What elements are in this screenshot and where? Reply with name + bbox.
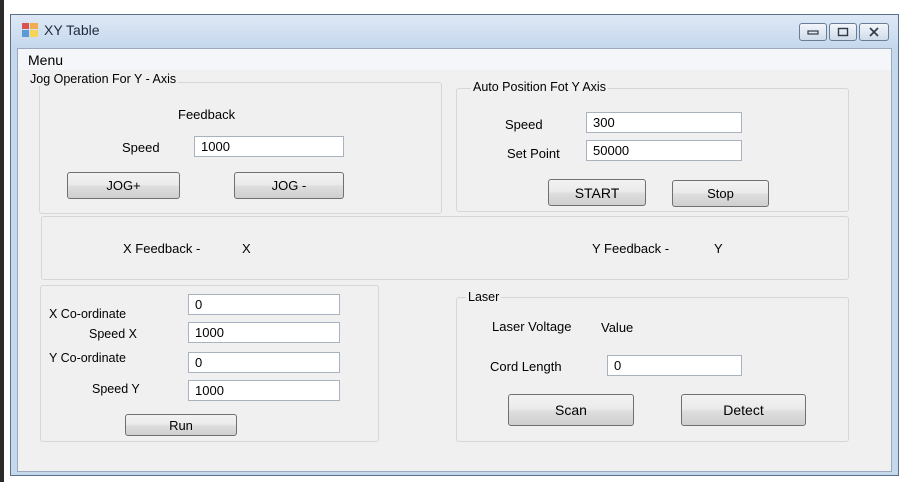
cord-length-input[interactable] — [607, 355, 742, 376]
speed-y-label: Speed Y — [92, 382, 140, 396]
y-coordinate-label: Y Co-ordinate — [49, 351, 126, 365]
maximize-button[interactable] — [829, 23, 857, 41]
auto-speed-input[interactable] — [586, 112, 742, 133]
x-feedback-label: X Feedback - — [123, 241, 201, 256]
laser-group-title: Laser — [466, 290, 502, 304]
close-icon — [869, 27, 879, 37]
setpoint-input[interactable] — [586, 140, 742, 161]
auto-position-group-title: Auto Position Fot Y Axis — [471, 80, 608, 94]
close-button[interactable] — [859, 23, 889, 41]
minimize-icon — [807, 30, 819, 35]
window-title: XY Table — [44, 22, 100, 38]
cord-length-label: Cord Length — [490, 359, 562, 374]
feedback-label: Feedback — [178, 107, 236, 122]
speed-x-label: Speed X — [89, 327, 137, 341]
x-coordinate-label: X Co-ordinate — [49, 307, 127, 321]
app-icon — [22, 23, 38, 37]
laser-voltage-value: Value — [601, 320, 634, 335]
y-feedback-value: Y — [714, 241, 723, 256]
menu-item-menu[interactable]: Menu — [28, 52, 63, 68]
menu-bar — [18, 49, 891, 70]
x-coordinate-input[interactable] — [188, 294, 340, 315]
speed-x-input[interactable] — [188, 322, 340, 343]
run-button[interactable]: Run — [125, 414, 237, 436]
jog-plus-button[interactable]: JOG+ — [67, 172, 180, 199]
scan-button[interactable]: Scan — [508, 394, 634, 426]
jog-minus-button[interactable]: JOG - — [234, 172, 344, 199]
speed-y-input[interactable] — [188, 380, 340, 401]
screen-edge — [0, 0, 4, 482]
auto-speed-label: Speed — [505, 117, 543, 132]
start-button[interactable]: START — [548, 179, 646, 206]
minimize-button[interactable] — [799, 23, 827, 41]
x-feedback-value: X — [242, 241, 251, 256]
maximize-icon — [837, 27, 849, 37]
stop-button[interactable]: Stop — [672, 180, 769, 207]
laser-voltage-label: Laser Voltage — [492, 319, 572, 334]
jog-speed-input[interactable] — [194, 136, 344, 157]
y-feedback-label: Y Feedback - — [592, 241, 670, 256]
setpoint-label: Set Point — [507, 146, 560, 161]
title-bar[interactable] — [11, 15, 898, 45]
jog-group-title: Jog Operation For Y - Axis — [28, 72, 179, 86]
jog-speed-label: Speed — [122, 140, 160, 155]
detect-button[interactable]: Detect — [681, 394, 806, 426]
y-coordinate-input[interactable] — [188, 352, 340, 373]
